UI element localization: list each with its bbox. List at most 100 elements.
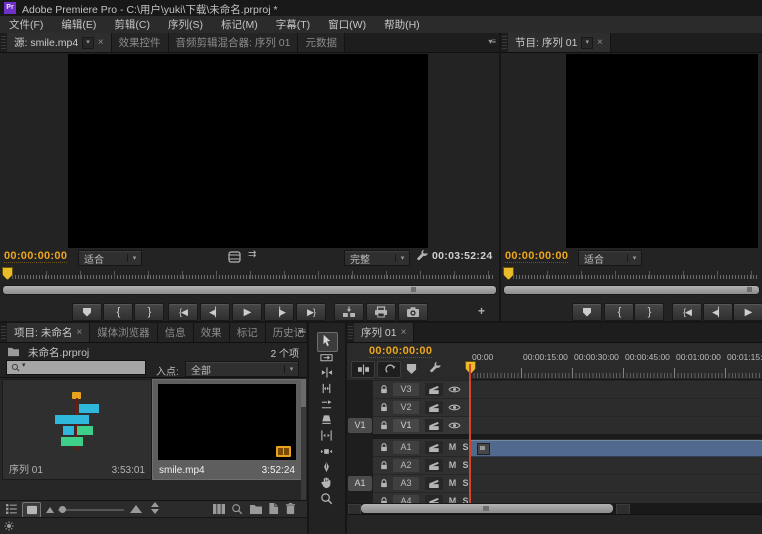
sync-lock-icon[interactable] xyxy=(425,419,443,432)
hand-tool-icon[interactable] xyxy=(320,476,333,489)
slider-handle[interactable] xyxy=(59,506,66,513)
track-lock-icon[interactable] xyxy=(377,417,391,434)
goto-out-button[interactable]: ▶} xyxy=(296,303,326,321)
source-timecode[interactable]: 00:00:00:00 xyxy=(4,250,67,263)
track-content[interactable] xyxy=(470,457,762,474)
project-scrollbar[interactable] xyxy=(301,379,306,500)
track-lock-icon[interactable] xyxy=(377,475,391,492)
snap-button[interactable] xyxy=(351,361,375,378)
scrollbar-thumb[interactable] xyxy=(301,379,306,407)
automate-to-sequence-icon[interactable] xyxy=(212,503,226,515)
sync-lock-icon[interactable] xyxy=(425,477,443,490)
find-icon[interactable] xyxy=(231,503,243,515)
timeline-settings-wrench-icon[interactable] xyxy=(429,362,442,375)
new-item-icon[interactable] xyxy=(268,502,279,515)
selection-tool-icon[interactable] xyxy=(320,334,333,347)
mute-button[interactable]: M xyxy=(446,477,459,490)
step-back-button[interactable]: ◀▏ xyxy=(200,303,230,321)
playhead-line[interactable] xyxy=(469,364,471,503)
program-zoom-scrollbar[interactable] xyxy=(503,285,760,295)
timeline-timecode[interactable]: 00:00:00:00 xyxy=(369,345,432,358)
sync-lock-icon[interactable] xyxy=(425,459,443,472)
tab-media-browser[interactable]: 媒体浏览器 xyxy=(90,323,158,342)
zoom-out-icon[interactable] xyxy=(46,507,54,513)
menu-edit[interactable]: 编辑(E) xyxy=(52,17,105,32)
panel-menu-icon[interactable]: ▾≡ xyxy=(298,327,305,336)
track-content[interactable] xyxy=(470,381,762,398)
track-content[interactable] xyxy=(470,475,762,492)
bin-icon[interactable] xyxy=(7,346,20,357)
menu-help[interactable]: 帮助(H) xyxy=(375,17,429,32)
tab-source[interactable]: 源: smile.mp4 ▾ × xyxy=(7,33,112,52)
ripple-edit-tool-icon[interactable] xyxy=(320,366,333,379)
close-icon[interactable]: × xyxy=(401,327,407,338)
zoombar-grip[interactable] xyxy=(411,287,416,292)
icon-view-button[interactable] xyxy=(22,502,41,518)
tab-sequence[interactable]: 序列 01 × xyxy=(354,323,414,342)
track-lock-icon[interactable] xyxy=(377,381,391,398)
slip-tool-icon[interactable] xyxy=(320,429,333,442)
mute-button[interactable]: M xyxy=(446,441,459,454)
menu-file[interactable]: 文件(F) xyxy=(0,17,52,32)
track-label[interactable]: A2 xyxy=(393,459,419,472)
zoom-in-icon[interactable] xyxy=(130,505,142,513)
in-point-select[interactable]: 全部 ▾ xyxy=(185,361,299,377)
tab-effect-controls[interactable]: 效果控件 xyxy=(112,33,169,52)
add-marker-button[interactable] xyxy=(72,303,102,321)
sync-lock-icon[interactable] xyxy=(425,383,443,396)
panel-menu-icon[interactable]: ▾≡ xyxy=(488,37,495,46)
add-marker-icon[interactable] xyxy=(406,363,417,375)
source-patch-video[interactable]: V1 xyxy=(348,418,372,433)
track-label[interactable]: A3 xyxy=(393,477,419,490)
list-view-icon[interactable] xyxy=(5,503,18,515)
sync-lock-icon[interactable] xyxy=(425,401,443,414)
mark-out-button[interactable]: } xyxy=(634,303,664,321)
zoom-tool-icon[interactable] xyxy=(320,492,333,505)
source-patch-audio[interactable]: A1 xyxy=(348,476,372,491)
panel-grip[interactable] xyxy=(502,36,507,49)
step-forward-button[interactable]: ▕▶ xyxy=(264,303,294,321)
track-content[interactable] xyxy=(470,493,762,503)
sort-icon[interactable] xyxy=(151,502,159,514)
razor-tool-icon[interactable] xyxy=(320,414,333,427)
nest-toggle-button[interactable] xyxy=(377,361,401,378)
mark-in-button[interactable]: { xyxy=(103,303,133,321)
panel-grip[interactable] xyxy=(348,326,353,339)
drag-av-icon[interactable]: ⇉ xyxy=(248,249,256,260)
close-icon[interactable]: × xyxy=(76,327,82,338)
menu-clip[interactable]: 剪辑(C) xyxy=(105,17,159,32)
program-zoom-select[interactable]: 适合 ▾ xyxy=(578,250,642,266)
insert-button[interactable] xyxy=(334,303,364,321)
chevron-down-icon[interactable]: ▾ xyxy=(581,37,593,49)
menu-sequence[interactable]: 序列(S) xyxy=(159,17,212,32)
mute-button[interactable]: M xyxy=(446,459,459,472)
mark-out-button[interactable]: } xyxy=(134,303,164,321)
settings-wrench-icon[interactable] xyxy=(416,250,429,263)
tab-project[interactable]: 项目: 未命名 × xyxy=(7,323,90,342)
goto-in-button[interactable]: {◀ xyxy=(672,303,702,321)
tab-metadata[interactable]: 元数据 xyxy=(298,33,345,52)
program-timecode[interactable]: 00:00:00:00 xyxy=(505,250,568,263)
zoombar-grip[interactable] xyxy=(747,287,752,292)
track-lock-icon[interactable] xyxy=(377,493,391,503)
track-label[interactable]: A1 xyxy=(393,441,419,454)
track-label[interactable]: A4 xyxy=(393,495,419,503)
trash-icon[interactable] xyxy=(285,502,296,515)
mark-in-button[interactable]: { xyxy=(604,303,634,321)
program-scrubber[interactable] xyxy=(501,266,762,283)
tab-effects[interactable]: 效果 xyxy=(194,323,230,342)
source-resolution-select[interactable]: 完整 ▾ xyxy=(344,250,410,266)
export-frame-button[interactable] xyxy=(398,303,428,321)
track-content[interactable] xyxy=(470,399,762,416)
scrollbar-thumb[interactable] xyxy=(361,504,613,513)
audio-clip-smile[interactable] xyxy=(471,440,762,457)
project-item-clip[interactable]: smile.mp4 3:52:24 xyxy=(152,379,302,480)
track-content[interactable] xyxy=(470,417,762,434)
source-zoom-scrollbar[interactable] xyxy=(2,285,497,295)
slide-tool-icon[interactable] xyxy=(320,445,333,458)
sync-lock-icon[interactable] xyxy=(425,441,443,454)
play-button[interactable]: ▶ xyxy=(232,303,262,321)
tab-markers[interactable]: 标记 xyxy=(230,323,266,342)
menu-title[interactable]: 字幕(T) xyxy=(267,17,319,32)
tab-info[interactable]: 信息 xyxy=(158,323,194,342)
